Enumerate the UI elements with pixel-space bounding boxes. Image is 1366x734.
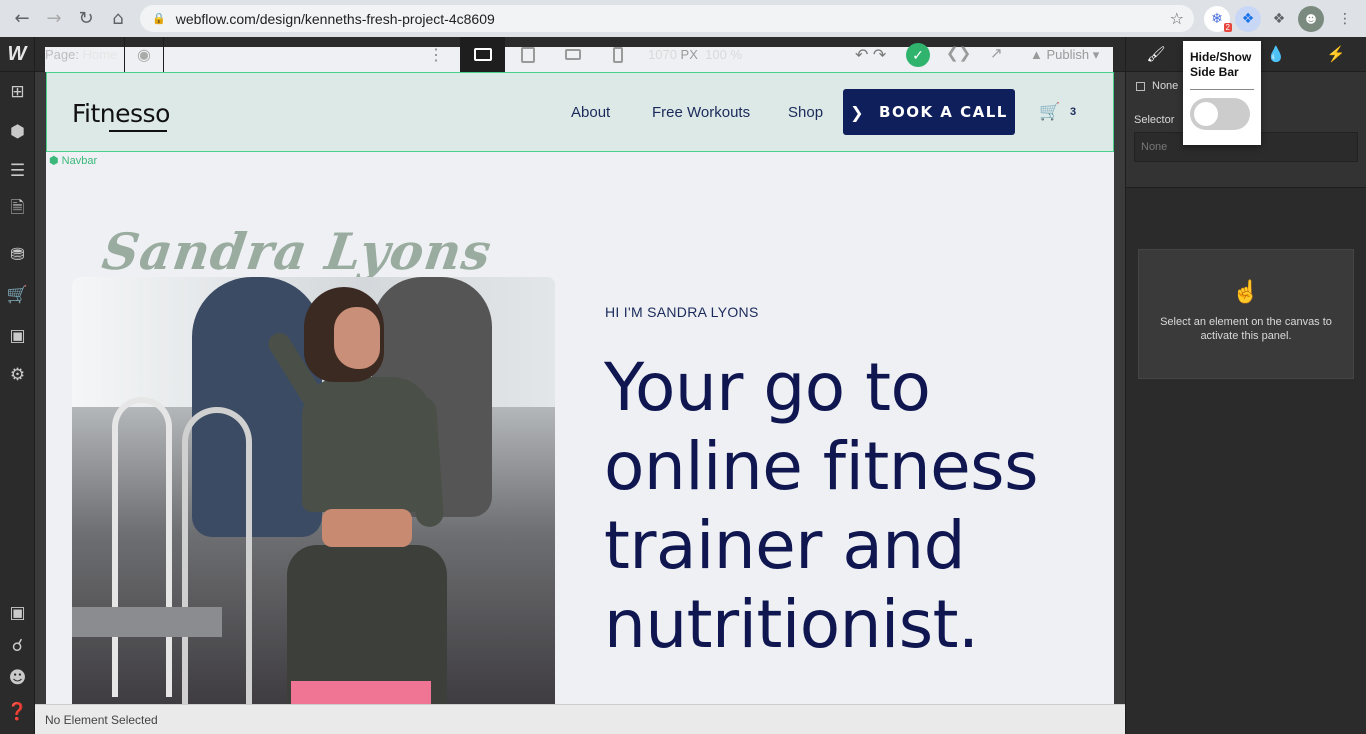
brand-logo[interactable]: Fitnesso xyxy=(72,99,170,128)
browser-toolbar: ← → ↻ ⌂ 🔒 webflow.com/design/kenneths-fr… xyxy=(0,0,1366,37)
nav-link-about[interactable]: About xyxy=(571,104,610,121)
popup-divider xyxy=(1190,89,1254,90)
hero-eyebrow[interactable]: HI I'M SANDRA LYONS xyxy=(605,304,759,320)
none-label: None xyxy=(1152,80,1179,92)
navbar[interactable]: Fitnesso About Free Workouts Shop ❯ BOOK … xyxy=(46,72,1114,152)
status-bar: No Element Selected xyxy=(35,704,1125,734)
page-label: Page: xyxy=(45,47,79,62)
lock-icon: 🔒 xyxy=(152,12,166,25)
browser-menu-icon[interactable]: ⋮ xyxy=(1332,6,1358,32)
design-canvas[interactable]: Fitnesso About Free Workouts Shop ❯ BOOK … xyxy=(35,72,1125,704)
search-icon[interactable]: ☌ xyxy=(0,628,35,664)
webflow-logo-icon[interactable]: W xyxy=(0,37,35,72)
canvas-width-unit: PX xyxy=(680,47,698,62)
canvas-width: 1070 xyxy=(648,47,677,62)
reload-icon[interactable]: ↻ xyxy=(70,0,102,37)
brand-underline xyxy=(109,130,167,132)
hide-sidebar-toggle[interactable] xyxy=(1190,98,1250,130)
add-elements-icon[interactable]: ⊞ xyxy=(0,74,35,110)
extension-snowflake-icon[interactable]: ❄ 2 xyxy=(1204,6,1232,32)
breakpoint-landscape-icon[interactable] xyxy=(550,37,595,72)
undo-redo-icon[interactable]: ↶ ↷ xyxy=(855,45,886,65)
symbols-icon[interactable]: ⬢ xyxy=(0,114,35,150)
cart-count: 3 xyxy=(1070,106,1077,118)
empty-panel-message: ☝ Select an element on the canvas to act… xyxy=(1138,249,1354,379)
help-icon[interactable]: ❓ xyxy=(0,694,35,730)
home-icon[interactable]: ⌂ xyxy=(102,0,134,37)
pages-icon[interactable]: 🗎 xyxy=(0,191,35,227)
extension-badge: 2 xyxy=(1223,23,1232,32)
url-text[interactable]: webflow.com/design/kenneths-fresh-projec… xyxy=(176,11,495,27)
breakpoint-tablet-icon[interactable] xyxy=(505,37,550,72)
breakpoint-mobile-icon[interactable] xyxy=(595,37,640,72)
nav-link-free-workouts[interactable]: Free Workouts xyxy=(652,104,750,121)
address-bar[interactable]: 🔒 webflow.com/design/kenneths-fresh-proj… xyxy=(140,5,1194,32)
sidebar-toggle-popup: Hide/Show Side Bar xyxy=(1183,41,1261,145)
canvas-zoom: 100 % xyxy=(705,47,742,62)
canvas-size-readout[interactable]: 1070 PX 100 % xyxy=(648,47,742,62)
publish-button[interactable]: ▲ Publish ▾ xyxy=(1030,47,1099,63)
cart-icon[interactable]: 🛒 xyxy=(1039,102,1060,122)
none-checkbox[interactable] xyxy=(1136,81,1145,91)
cms-icon[interactable]: ⛃ xyxy=(0,237,35,273)
selected-element-tag: ⬢ Navbar xyxy=(49,155,98,167)
toggle-knob xyxy=(1194,102,1218,126)
book-a-call-label: BOOK A CALL xyxy=(879,103,1008,121)
breakpoint-desktop-icon[interactable] xyxy=(460,37,505,72)
code-export-icon[interactable]: ❮❯ xyxy=(946,44,971,62)
extension-puzzle-active-icon[interactable]: ❖ xyxy=(1235,6,1261,32)
book-a-call-button[interactable]: ❯ BOOK A CALL xyxy=(843,89,1015,135)
navigator-icon[interactable]: ☰ xyxy=(0,153,35,189)
empty-panel-text: Select an element on the canvas to activ… xyxy=(1160,316,1332,342)
profile-avatar[interactable]: ☻ xyxy=(1298,6,1324,32)
tab-interactions-bolt-icon[interactable]: ⚡ xyxy=(1306,37,1366,71)
page-body[interactable]: Fitnesso About Free Workouts Shop ❯ BOOK … xyxy=(46,72,1114,704)
hero-photo[interactable] xyxy=(72,277,555,704)
select-box-icon[interactable]: ▣ xyxy=(0,595,35,631)
settings-icon[interactable]: ⚙ xyxy=(0,357,35,393)
extensions-menu-icon[interactable]: ❖ xyxy=(1266,6,1292,32)
more-breakpoints-icon[interactable]: ⋮ xyxy=(428,45,444,65)
publish-status-check-icon[interactable]: ✓ xyxy=(906,43,930,67)
left-toolbar: ⊞ ⬢ ☰ 🗎 ⛃ 🛒 ▣ ⚙ ▣ ☌ ☻ ❓ xyxy=(0,72,35,734)
pointer-hand-icon: ☝ xyxy=(1232,279,1260,304)
forward-icon[interactable]: → xyxy=(38,0,70,37)
hero-headline[interactable]: Your go to online fitness trainer and nu… xyxy=(604,348,1074,664)
selected-element-name: Navbar xyxy=(61,155,98,167)
ecommerce-icon[interactable]: 🛒 xyxy=(0,277,35,313)
preview-eye-icon[interactable]: ◉ xyxy=(124,37,164,72)
assets-icon[interactable]: ▣ xyxy=(0,318,35,354)
nav-link-shop[interactable]: Shop xyxy=(788,104,823,121)
back-icon[interactable]: ← xyxy=(6,0,38,37)
script-name-heading[interactable]: Sandra Lyons xyxy=(99,222,496,281)
chevron-right-icon: ❯ xyxy=(850,102,866,122)
bookmark-star-icon[interactable]: ☆ xyxy=(1170,9,1184,28)
publish-label: Publish xyxy=(1046,47,1090,62)
tab-style-brush-icon[interactable]: 🖌 xyxy=(1126,37,1186,71)
popup-title: Hide/Show Side Bar xyxy=(1190,50,1252,79)
collaborators-icon[interactable]: ☻ xyxy=(0,660,35,696)
share-icon[interactable]: ↗ xyxy=(990,44,1003,62)
page-name: Home xyxy=(82,47,118,62)
canvas-scrollbar[interactable] xyxy=(1116,72,1125,704)
